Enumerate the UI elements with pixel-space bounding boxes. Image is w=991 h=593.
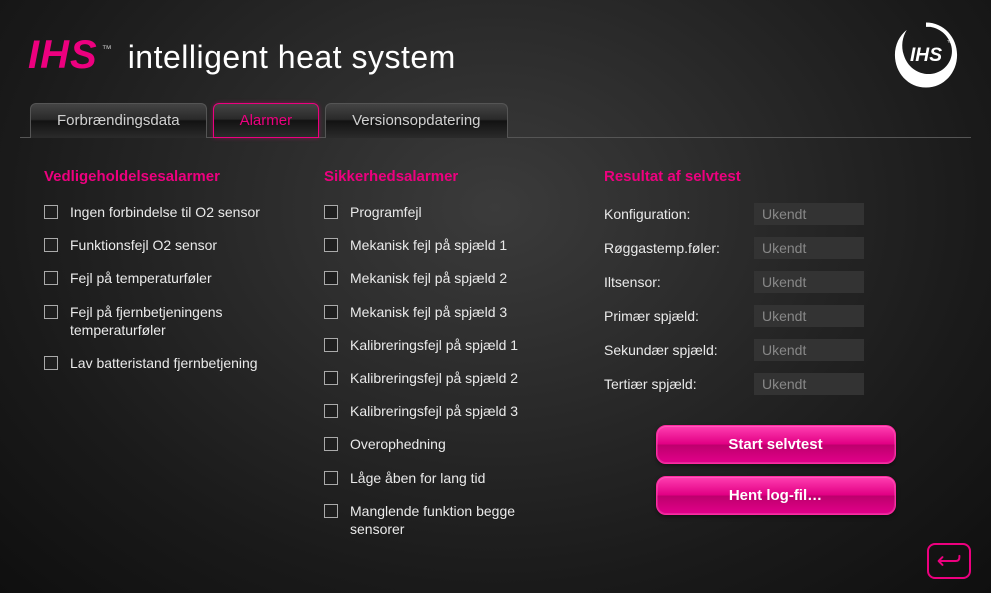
- header: IHS ™ intelligent heat system IHS ™: [0, 0, 991, 102]
- safety-alarm-checkbox[interactable]: [324, 205, 338, 219]
- safety-alarm-list: Programfejl Mekanisk fejl på spjæld 1 Meka…: [324, 203, 604, 538]
- safety-alarm-checkbox[interactable]: [324, 338, 338, 352]
- safety-column: Sikkerhedsalarmer Programfejl Mekanisk fe…: [324, 168, 604, 538]
- maintenance-alarm-checkbox[interactable]: [44, 356, 58, 370]
- safety-alarm-label: Kalibreringsfejl på spjæld 2: [350, 369, 518, 387]
- selftest-result-label: Iltsensor:: [604, 274, 754, 290]
- selftest-result-row: Røggastemp.føler:Ukendt: [604, 237, 947, 259]
- brand: IHS ™ intelligent heat system: [28, 33, 456, 78]
- selftest-result-value: Ukendt: [754, 339, 864, 361]
- tab-combustion-data[interactable]: Forbrændingsdata: [30, 103, 207, 138]
- maintenance-alarm-item: Fejl på fjernbetjeningens temperaturføle…: [44, 303, 324, 339]
- ihs-logo-icon: IHS ™: [889, 18, 963, 92]
- selftest-result-label: Konfiguration:: [604, 206, 754, 222]
- get-log-file-button[interactable]: Hent log-fil…: [656, 476, 896, 515]
- selftest-result-row: Iltsensor:Ukendt: [604, 271, 947, 293]
- brand-subtitle: intelligent heat system: [128, 39, 456, 76]
- safety-title: Sikkerhedsalarmer: [324, 168, 604, 185]
- maintenance-alarm-label: Ingen forbindelse til O2 sensor: [70, 203, 260, 221]
- selftest-result-label: Røggastemp.føler:: [604, 240, 754, 256]
- maintenance-alarm-item: Lav batteristand fjernbetjening: [44, 354, 324, 372]
- safety-alarm-label: Låge åben for lang tid: [350, 469, 485, 487]
- safety-alarm-item: Mekanisk fejl på spjæld 1: [324, 236, 604, 254]
- safety-alarm-item: Programfejl: [324, 203, 604, 221]
- safety-alarm-checkbox[interactable]: [324, 471, 338, 485]
- selftest-result-row: Konfiguration:Ukendt: [604, 203, 947, 225]
- safety-alarm-label: Kalibreringsfejl på spjæld 3: [350, 402, 518, 420]
- selftest-title: Resultat af selvtest: [604, 168, 947, 185]
- safety-alarm-checkbox[interactable]: [324, 238, 338, 252]
- safety-alarm-checkbox[interactable]: [324, 371, 338, 385]
- maintenance-alarm-label: Lav batteristand fjernbetjening: [70, 354, 258, 372]
- safety-alarm-item: Mekanisk fejl på spjæld 3: [324, 303, 604, 321]
- safety-alarm-item: Kalibreringsfejl på spjæld 3: [324, 402, 604, 420]
- safety-alarm-item: Manglende funktion begge sensorer: [324, 502, 604, 538]
- safety-alarm-checkbox[interactable]: [324, 504, 338, 518]
- safety-alarm-checkbox[interactable]: [324, 437, 338, 451]
- safety-alarm-checkbox[interactable]: [324, 271, 338, 285]
- safety-alarm-label: Mekanisk fejl på spjæld 3: [350, 303, 507, 321]
- trademark-symbol: ™: [102, 44, 112, 55]
- maintenance-alarm-checkbox[interactable]: [44, 271, 58, 285]
- maintenance-alarm-item: Ingen forbindelse til O2 sensor: [44, 203, 324, 221]
- maintenance-alarm-item: Fejl på temperaturføler: [44, 269, 324, 287]
- selftest-result-label: Tertiær spjæld:: [604, 376, 754, 392]
- selftest-result-value: Ukendt: [754, 305, 864, 327]
- safety-alarm-label: Mekanisk fejl på spjæld 2: [350, 269, 507, 287]
- start-selftest-button[interactable]: Start selvtest: [656, 425, 896, 464]
- safety-alarm-label: Kalibreringsfejl på spjæld 1: [350, 336, 518, 354]
- selftest-result-value: Ukendt: [754, 271, 864, 293]
- content: Vedligeholdelsesalarmer Ingen forbindels…: [0, 138, 991, 548]
- safety-alarm-label: Programfejl: [350, 203, 422, 221]
- safety-alarm-item: Kalibreringsfejl på spjæld 1: [324, 336, 604, 354]
- svg-text:™: ™: [947, 40, 953, 47]
- selftest-result-row: Primær spjæld:Ukendt: [604, 305, 947, 327]
- maintenance-alarm-label: Fejl på fjernbetjeningens temperaturføle…: [70, 303, 290, 339]
- safety-alarm-item: Låge åben for lang tid: [324, 469, 604, 487]
- selftest-column: Resultat af selvtest Konfiguration:Ukend…: [604, 168, 967, 538]
- selftest-buttons: Start selvtest Hent log-fil…: [604, 425, 947, 515]
- safety-alarm-item: Overophedning: [324, 435, 604, 453]
- maintenance-column: Vedligeholdelsesalarmer Ingen forbindels…: [44, 168, 324, 538]
- safety-alarm-label: Overophedning: [350, 435, 446, 453]
- back-button[interactable]: [927, 543, 971, 579]
- return-arrow-icon: [936, 552, 962, 570]
- selftest-result-value: Ukendt: [754, 237, 864, 259]
- maintenance-alarm-list: Ingen forbindelse til O2 sensor Funktions…: [44, 203, 324, 372]
- maintenance-title: Vedligeholdelsesalarmer: [44, 168, 324, 185]
- tab-version-update[interactable]: Versionsopdatering: [325, 103, 507, 138]
- selftest-result-value: Ukendt: [754, 373, 864, 395]
- svg-text:IHS: IHS: [910, 45, 942, 66]
- brand-ihs: IHS: [28, 33, 98, 78]
- safety-alarm-checkbox[interactable]: [324, 404, 338, 418]
- maintenance-alarm-item: Funktionsfejl O2 sensor: [44, 236, 324, 254]
- maintenance-alarm-checkbox[interactable]: [44, 205, 58, 219]
- maintenance-alarm-label: Funktionsfejl O2 sensor: [70, 236, 217, 254]
- maintenance-alarm-label: Fejl på temperaturføler: [70, 269, 212, 287]
- tabbar: Forbrændingsdata Alarmer Versionsopdater…: [20, 102, 971, 138]
- selftest-result-row: Sekundær spjæld:Ukendt: [604, 339, 947, 361]
- safety-alarm-item: Kalibreringsfejl på spjæld 2: [324, 369, 604, 387]
- selftest-result-row: Tertiær spjæld:Ukendt: [604, 373, 947, 395]
- safety-alarm-label: Mekanisk fejl på spjæld 1: [350, 236, 507, 254]
- selftest-rows: Konfiguration:UkendtRøggastemp.føler:Uke…: [604, 203, 947, 395]
- tab-alarms[interactable]: Alarmer: [213, 103, 320, 138]
- selftest-result-label: Primær spjæld:: [604, 308, 754, 324]
- selftest-result-value: Ukendt: [754, 203, 864, 225]
- safety-alarm-item: Mekanisk fejl på spjæld 2: [324, 269, 604, 287]
- selftest-result-label: Sekundær spjæld:: [604, 342, 754, 358]
- safety-alarm-label: Manglende funktion begge sensorer: [350, 502, 570, 538]
- maintenance-alarm-checkbox[interactable]: [44, 305, 58, 319]
- safety-alarm-checkbox[interactable]: [324, 305, 338, 319]
- maintenance-alarm-checkbox[interactable]: [44, 238, 58, 252]
